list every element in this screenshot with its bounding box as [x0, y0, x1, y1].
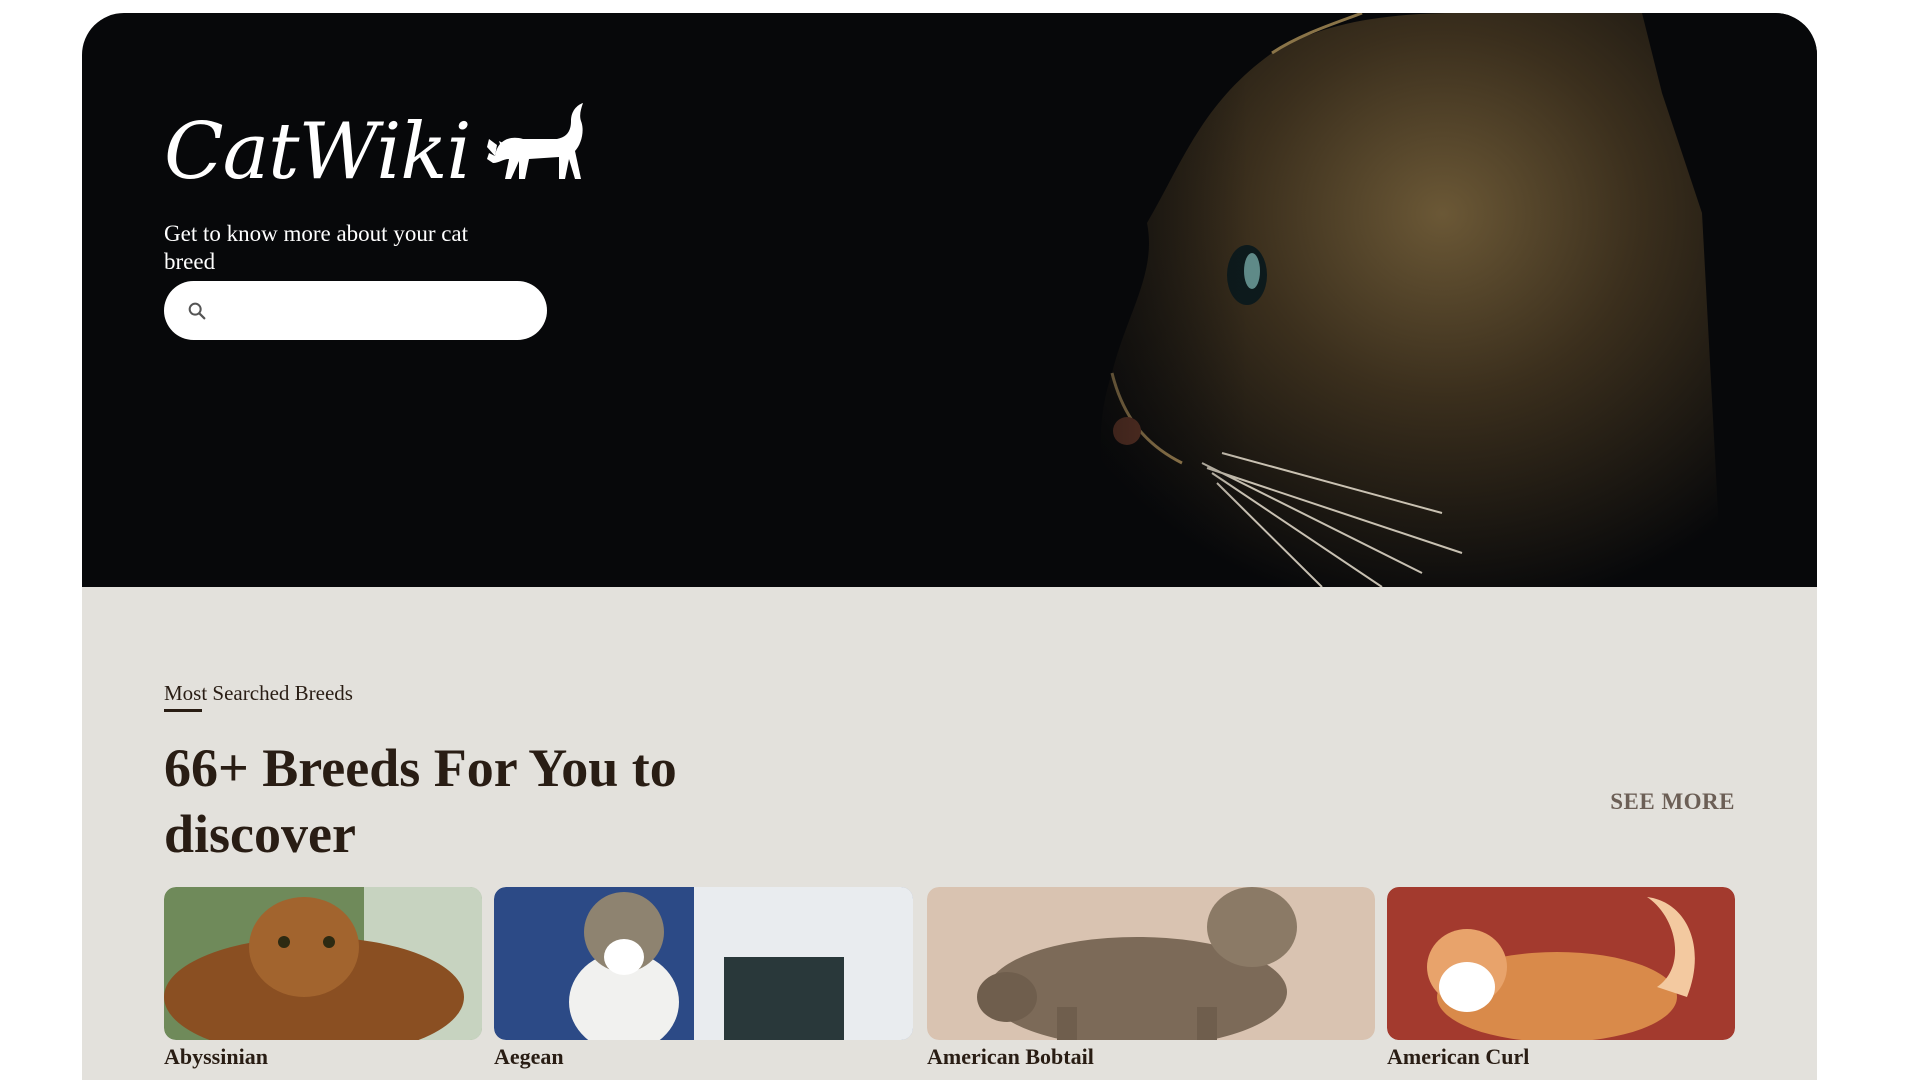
- breed-image-aegean: [494, 887, 913, 1040]
- search-icon: [188, 302, 206, 319]
- breed-card-american-curl[interactable]: American Curl: [1387, 887, 1735, 1070]
- brand-logo[interactable]: CatWiki: [164, 101, 593, 191]
- breed-card-abyssinian[interactable]: Abyssinian: [164, 887, 482, 1070]
- see-more-link[interactable]: SEE MORE: [1610, 789, 1735, 815]
- hero-banner: CatWiki Get to know more about your cat …: [82, 13, 1817, 587]
- breed-image-abyssinian: [164, 887, 482, 1040]
- search-bar[interactable]: [164, 281, 547, 340]
- breed-name: Abyssinian: [164, 1044, 268, 1069]
- breed-image-american-bobtail: [927, 887, 1375, 1040]
- breed-card-american-bobtail[interactable]: American Bobtail: [927, 887, 1375, 1070]
- breed-name: American Bobtail: [927, 1044, 1094, 1069]
- breeds-section: Most Searched Breeds 66+ Breeds For You …: [82, 587, 1817, 1080]
- search-input[interactable]: [216, 289, 523, 332]
- breed-name: Aegean: [494, 1044, 564, 1069]
- section-label-underline: [164, 709, 202, 712]
- section-label: Most Searched Breeds: [164, 681, 353, 705]
- hero-cat-image: [942, 13, 1817, 587]
- section-heading: 66+ Breeds For You to discover: [164, 738, 677, 864]
- brand-name: CatWiki: [164, 107, 471, 197]
- breed-card-aegean[interactable]: Aegean: [494, 887, 913, 1070]
- breed-name: American Curl: [1387, 1044, 1530, 1069]
- breed-image-american-curl: [1387, 887, 1735, 1040]
- page: CatWiki Get to know more about your cat …: [82, 13, 1817, 1080]
- cat-silhouette-icon: [486, 103, 583, 179]
- hero-tagline: Get to know more about your cat breed: [164, 221, 469, 274]
